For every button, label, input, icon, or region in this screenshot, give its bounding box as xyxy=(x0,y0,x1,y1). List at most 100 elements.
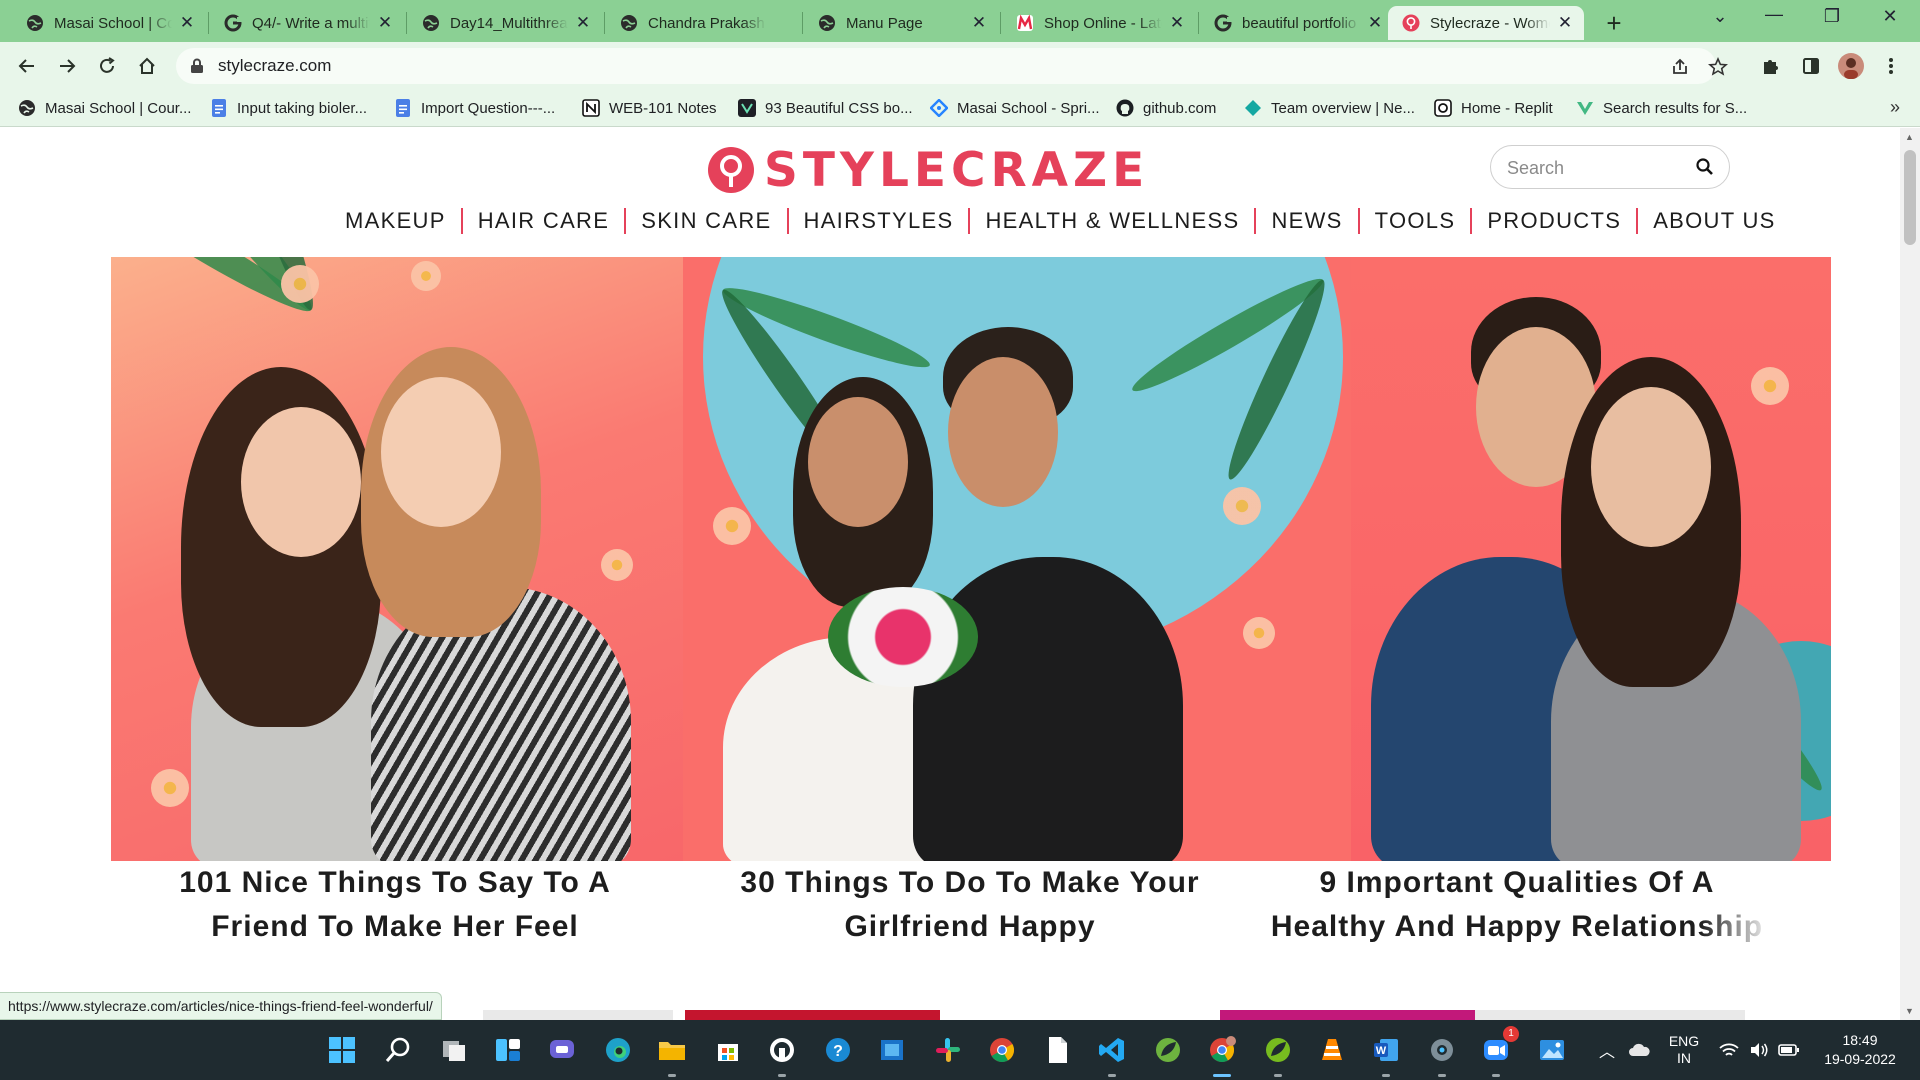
spring-tool-icon[interactable] xyxy=(1150,1032,1186,1068)
tab-manu-page[interactable]: Manu Page ✕ xyxy=(804,6,998,40)
github-desktop-icon[interactable] xyxy=(764,1032,800,1077)
bookmark-web101-notes[interactable]: WEB-101 Notes xyxy=(582,95,717,121)
file-icon[interactable] xyxy=(1040,1032,1076,1068)
tab-chandra-prakash[interactable]: Chandra Prakash xyxy=(606,6,800,40)
nav-makeup[interactable]: MAKEUP xyxy=(330,208,461,234)
task-view-icon[interactable] xyxy=(436,1032,472,1068)
chrome-profile-icon[interactable] xyxy=(1204,1032,1240,1077)
article-title-girlfriend-happy[interactable]: 30 Things To Do To Make Your Girlfriend … xyxy=(710,861,1230,949)
running-indicator xyxy=(668,1074,676,1077)
bookmark-github[interactable]: github.com xyxy=(1116,95,1216,121)
home-button[interactable] xyxy=(132,51,162,81)
profile-avatar[interactable] xyxy=(1836,51,1866,81)
mail-icon[interactable] xyxy=(874,1032,910,1068)
file-explorer-icon[interactable] xyxy=(654,1032,690,1077)
microsoft-store-icon[interactable] xyxy=(710,1032,746,1068)
search-icon[interactable] xyxy=(380,1032,416,1068)
spring-boot-icon[interactable] xyxy=(1260,1032,1296,1077)
edge-icon[interactable] xyxy=(600,1032,636,1068)
photos-icon[interactable] xyxy=(1534,1032,1570,1068)
settings-icon[interactable] xyxy=(1424,1032,1460,1077)
page-scrollbar[interactable]: ▲ ▼ xyxy=(1900,128,1920,1020)
vscode-icon[interactable] xyxy=(1094,1032,1130,1077)
bookmark-star-icon[interactable] xyxy=(1706,55,1730,79)
bookmark-replit[interactable]: Home - Replit xyxy=(1434,95,1553,121)
close-icon[interactable]: ✕ xyxy=(1168,13,1186,33)
nav-hairstyles[interactable]: HAIRSTYLES xyxy=(789,208,969,234)
clock[interactable]: 18:49 19-09-2022 xyxy=(1810,1020,1910,1080)
new-tab-button[interactable]: + xyxy=(1600,8,1628,39)
article-image-couple-flowers[interactable] xyxy=(683,257,1351,861)
bookmark-team-overview[interactable]: Team overview | Ne... xyxy=(1244,95,1415,121)
nav-about-us[interactable]: ABOUT US xyxy=(1638,208,1790,234)
url-text[interactable]: stylecraze.com xyxy=(218,56,331,76)
article-title-nice-things[interactable]: 101 Nice Things To Say To A Friend To Ma… xyxy=(135,861,655,949)
extensions-button[interactable] xyxy=(1756,51,1786,81)
minimize-icon[interactable]: — xyxy=(1754,4,1794,25)
scrollbar-thumb[interactable] xyxy=(1904,150,1916,245)
nav-hair-care[interactable]: HAIR CARE xyxy=(463,208,625,234)
help-icon[interactable]: ? xyxy=(820,1032,856,1068)
vlc-icon[interactable] xyxy=(1314,1032,1350,1068)
bookmark-css-borders[interactable]: 93 Beautiful CSS bo... xyxy=(738,95,913,121)
chrome-icon[interactable] xyxy=(984,1032,1020,1068)
tab-title: Manu Page xyxy=(846,14,923,32)
nav-tools[interactable]: TOOLS xyxy=(1360,208,1471,234)
bookmark-masai-school[interactable]: Masai School | Cour... xyxy=(18,95,191,121)
bookmark-masai-sprint[interactable]: Masai School - Spri... xyxy=(930,95,1100,121)
window-close-icon[interactable]: ✕ xyxy=(1870,6,1910,27)
reload-button[interactable] xyxy=(92,51,122,81)
chrome-menu-button[interactable] xyxy=(1876,51,1906,81)
tab-day14-multithreading[interactable]: Day14_Multithreading ✕ xyxy=(408,6,602,40)
tab-masai-school[interactable]: Masai School | Courses ✕ xyxy=(12,6,206,40)
site-logo[interactable]: STYLECRAZE xyxy=(708,143,1149,198)
tab-shop-online[interactable]: Shop Online - Latest ✕ xyxy=(1002,6,1196,40)
search-icon[interactable] xyxy=(1695,157,1715,177)
scroll-down-icon[interactable]: ▼ xyxy=(1905,1006,1914,1016)
tab-q4-multithreaded[interactable]: Q4/- Write a multithreaded ✕ xyxy=(210,6,404,40)
close-icon[interactable]: ✕ xyxy=(970,13,988,33)
volume-icon[interactable] xyxy=(1746,1020,1772,1080)
article-image-friends[interactable] xyxy=(111,257,683,861)
restore-icon[interactable]: ❐ xyxy=(1812,6,1852,27)
lock-icon[interactable] xyxy=(190,58,204,74)
bookmark-input-taking[interactable]: Input taking bioler... xyxy=(210,95,367,121)
article-title-relationship[interactable]: 9 Important Qualities Of A Healthy And H… xyxy=(1262,861,1772,949)
side-panel-button[interactable] xyxy=(1796,51,1826,81)
slack-icon[interactable] xyxy=(930,1032,966,1068)
bookmark-search-results[interactable]: Search results for S... xyxy=(1576,95,1747,121)
close-icon[interactable]: ✕ xyxy=(376,13,394,33)
site-search-input[interactable]: Search xyxy=(1490,145,1730,189)
zoom-icon[interactable]: 1 xyxy=(1478,1026,1519,1077)
close-icon[interactable]: ✕ xyxy=(178,13,196,33)
tray-chevron-up-icon[interactable]: ︿ xyxy=(1594,1020,1620,1080)
globe-icon xyxy=(422,14,440,32)
tab-search-chevron-icon[interactable]: ⌄ xyxy=(1700,6,1740,27)
onedrive-icon[interactable] xyxy=(1626,1020,1652,1080)
article-image-happy-couple[interactable] xyxy=(1351,257,1831,861)
teams-chat-icon[interactable] xyxy=(544,1032,580,1068)
windows-start-icon[interactable] xyxy=(324,1032,360,1068)
wifi-icon[interactable] xyxy=(1716,1020,1742,1080)
nav-skin-care[interactable]: SKIN CARE xyxy=(626,208,786,234)
scroll-up-icon[interactable]: ▲ xyxy=(1905,132,1914,142)
back-button[interactable] xyxy=(12,51,42,81)
word-icon[interactable]: W xyxy=(1368,1032,1404,1077)
battery-icon[interactable] xyxy=(1776,1020,1802,1080)
nav-news[interactable]: NEWS xyxy=(1256,208,1357,234)
close-icon[interactable]: ✕ xyxy=(1366,13,1384,33)
more-bookmarks-icon[interactable]: » xyxy=(1890,97,1900,118)
nav-products[interactable]: PRODUCTS xyxy=(1472,208,1636,234)
tab-stylecraze[interactable]: Stylecraze - Women ✕ xyxy=(1388,6,1584,40)
nav-health-wellness[interactable]: HEALTH & WELLNESS xyxy=(970,208,1254,234)
close-icon[interactable]: ✕ xyxy=(574,13,592,33)
language-indicator[interactable]: ENG IN xyxy=(1658,1020,1710,1080)
bookmark-import-question[interactable]: Import Question---... xyxy=(394,95,555,121)
address-bar[interactable]: stylecraze.com xyxy=(176,48,1728,84)
close-icon[interactable]: ✕ xyxy=(1556,13,1574,33)
widgets-icon[interactable] xyxy=(490,1032,526,1068)
forward-button[interactable] xyxy=(52,51,82,81)
share-icon[interactable] xyxy=(1668,55,1692,79)
running-indicator xyxy=(1274,1074,1282,1077)
tab-beautiful-portfolio[interactable]: beautiful portfolio ✕ xyxy=(1200,6,1394,40)
